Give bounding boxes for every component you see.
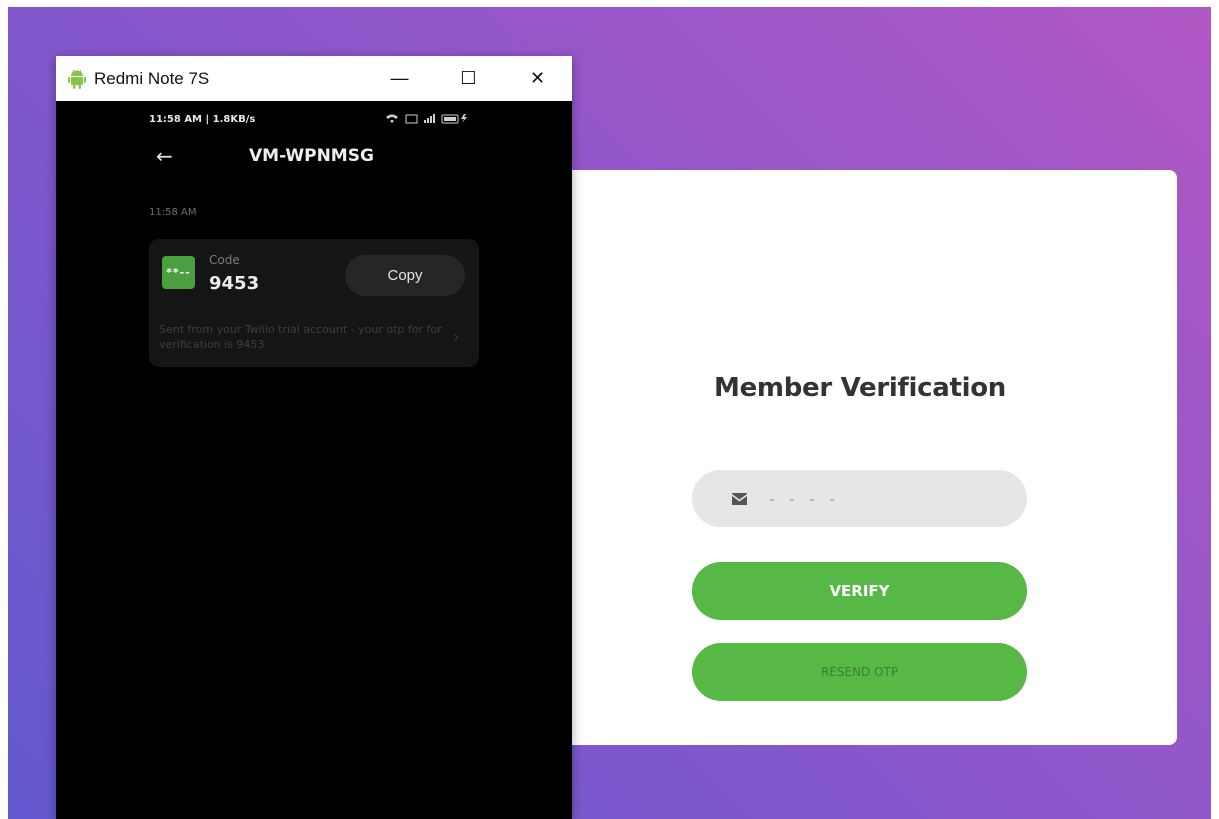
code-label: Code bbox=[209, 253, 240, 267]
message-timestamp: 11:58 AM bbox=[149, 207, 197, 218]
back-arrow-icon[interactable]: ← bbox=[156, 144, 173, 168]
otp-message-bubble[interactable]: **-- Code 9453 Copy Sent from your Twili… bbox=[149, 239, 479, 367]
message-body: Sent from your Twilio trial account - yo… bbox=[159, 323, 442, 351]
otp-input[interactable] bbox=[769, 489, 969, 508]
copy-button[interactable]: Copy bbox=[345, 255, 465, 296]
otp-field[interactable] bbox=[692, 470, 1027, 527]
emulator-window: Redmi Note 7S — ☐ ✕ 11:58 AM | 1.8KB/s ←… bbox=[56, 56, 572, 819]
window-titlebar[interactable]: Redmi Note 7S — ☐ ✕ bbox=[56, 56, 572, 101]
status-bar-time: 11:58 AM | 1.8KB/s bbox=[149, 114, 256, 125]
status-bar-icons bbox=[384, 113, 484, 127]
resend-otp-button[interactable]: RESEND OTP bbox=[692, 643, 1027, 701]
window-title: Redmi Note 7S bbox=[94, 68, 210, 88]
envelope-icon bbox=[732, 492, 747, 505]
verify-button[interactable]: VERIFY bbox=[692, 562, 1027, 620]
code-value: 9453 bbox=[209, 273, 260, 294]
page-title: Member Verification bbox=[714, 373, 1006, 403]
android-icon bbox=[68, 69, 86, 89]
window-controls: — ☐ ✕ bbox=[365, 56, 572, 101]
conversation-contact: VM-WPNMSG bbox=[249, 146, 374, 166]
verification-card: Member Verification VERIFY RESEND OTP bbox=[528, 170, 1177, 745]
phone-screen: 11:58 AM | 1.8KB/s ← VM-WPNMSG 11:58 AM … bbox=[56, 101, 572, 819]
code-badge-icon: **-- bbox=[162, 256, 195, 289]
close-button[interactable]: ✕ bbox=[503, 56, 572, 101]
maximize-button[interactable]: ☐ bbox=[434, 56, 503, 101]
chevron-right-icon[interactable]: › bbox=[453, 327, 459, 346]
minimize-button[interactable]: — bbox=[365, 56, 434, 101]
